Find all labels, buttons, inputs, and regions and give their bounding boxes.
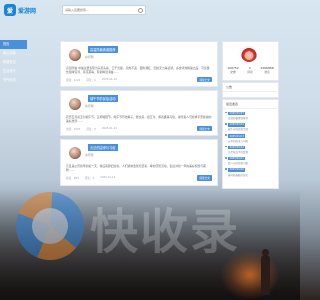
recent-date: 2025/01/15 bbox=[228, 111, 246, 116]
recent-item[interactable]: 2025/01/12 冬至吃饺子的寓意 bbox=[225, 145, 275, 154]
sidebar: 首页 美文阅读 情感日记 生活常识 节气传说 bbox=[0, 40, 27, 85]
search-box bbox=[62, 5, 146, 15]
recent-item[interactable]: 2025/01/15 高温防暑食谱推荐 bbox=[225, 111, 275, 121]
post-comments: 评论：0 bbox=[86, 127, 96, 131]
stat-views-label: 浏览 bbox=[264, 70, 270, 74]
recent-date: 2025/01/12 bbox=[228, 145, 246, 150]
read-more-button[interactable]: 阅读全文 bbox=[197, 126, 212, 132]
post-author: 命行网 bbox=[85, 55, 94, 59]
stat-views: 2266868 浏览 bbox=[259, 66, 275, 74]
sidebar-item-tips[interactable]: 生活常识 bbox=[0, 67, 27, 76]
post-date: 2025-01-14 bbox=[101, 127, 117, 131]
recent-title: 最近发表 bbox=[223, 100, 278, 109]
notice-block: 公告 bbox=[222, 82, 279, 98]
sidebar-item-reading[interactable]: 美文阅读 bbox=[0, 49, 27, 58]
recent-date: 2025/01/13 bbox=[228, 134, 246, 138]
author-avatar bbox=[69, 98, 81, 111]
recent-date: 2025/01/11 bbox=[228, 156, 246, 161]
post-views: 阅读：1121 bbox=[66, 78, 81, 82]
post-meta: 阅读：1121 评论：6 2025-01-15 阅读全文 bbox=[66, 77, 212, 83]
recent-text: 冬至吃饺子的寓意 bbox=[228, 150, 249, 154]
author-avatar bbox=[69, 147, 81, 160]
post-comments: 评论：6 bbox=[86, 78, 96, 82]
read-more-button[interactable]: 阅读全文 bbox=[197, 175, 212, 181]
recent-item[interactable]: 2025/01/11 腊八节的传统习俗 bbox=[225, 156, 275, 166]
recent-posts-block: 最近发表 2025/01/15 高温防暑食谱推荐 2025/01/14 端午节的民俗… bbox=[222, 99, 279, 189]
post-date: 2025-01-13 bbox=[100, 176, 116, 180]
post-date: 2025-01-15 bbox=[101, 78, 117, 82]
timeline-dot bbox=[225, 134, 227, 136]
read-more-button[interactable]: 阅读全文 bbox=[197, 77, 212, 83]
timeline-dot bbox=[225, 123, 227, 125]
recent-text: 腊八节的传统习俗 bbox=[228, 162, 249, 166]
post-excerpt: 元旦是公历新年的第一天，象征着辞旧迎新。人们通常会张灯结彩、举办庆祝活动，表达对… bbox=[66, 163, 206, 173]
search-input[interactable] bbox=[63, 6, 137, 14]
sidebar-item-diary[interactable]: 情感日记 bbox=[0, 58, 27, 67]
sidebar-item-home[interactable]: 首页 bbox=[0, 40, 27, 49]
post-meta: 阅读：984 评论：2 2025-01-13 阅读全文 bbox=[66, 175, 212, 181]
post-views: 阅读：1007 bbox=[66, 127, 81, 131]
recent-date: 2025/01/10 bbox=[228, 168, 246, 172]
stat-comments-label: 评论 bbox=[247, 70, 253, 74]
logo-mark: 爱 bbox=[4, 4, 16, 16]
recent-text: 端午节的民俗活动 bbox=[228, 128, 249, 132]
stat-comments: 0 评论 bbox=[242, 66, 258, 74]
recent-timeline: 2025/01/15 高温防暑食谱推荐 2025/01/14 端午节的民俗活动 20… bbox=[223, 109, 278, 181]
stat-articles: 108752 文章 bbox=[225, 66, 241, 74]
post-views: 阅读：984 bbox=[66, 176, 79, 180]
timeline-dot bbox=[225, 168, 227, 170]
site-logo[interactable]: 爱 爱游网 bbox=[4, 3, 42, 17]
recent-text: 春节贴春联的讲究 bbox=[228, 173, 249, 177]
post-comments: 评论：2 bbox=[84, 176, 95, 180]
post-card: 元旦的由来与习俗 命行网 元旦是公历新年的第一天，象征着辞旧迎新。人们通常会张灯… bbox=[60, 139, 218, 186]
notice-title: 公告 bbox=[223, 83, 278, 92]
profile-avatar[interactable] bbox=[241, 46, 257, 62]
post-excerpt: 高温防暑 中暑主要表现为头晕头痛、口干舌燥、高热不退、面色潮红、四肢无力等症状。… bbox=[66, 65, 210, 74]
watermark-text: 快收录 bbox=[90, 204, 241, 260]
post-title[interactable]: 端午节的民俗活动 bbox=[88, 95, 118, 102]
post-title[interactable]: 高温防暑食谱推荐 bbox=[88, 46, 118, 53]
recent-text: 高温防暑食谱推荐 bbox=[228, 117, 249, 121]
author-avatar bbox=[69, 49, 81, 61]
post-excerpt: 农历五月初五为端午节，又称端阳节。端午节有吃粽子、赛龙舟、挂艾草、佩香囊等习俗，… bbox=[66, 114, 212, 123]
recent-item[interactable]: 2025/01/14 端午节的民俗活动 bbox=[225, 122, 275, 132]
recent-item[interactable]: 2025/01/10 春节贴春联的讲究 bbox=[225, 167, 275, 177]
recent-date: 2025/01/14 bbox=[228, 122, 246, 127]
post-card: 高温防暑食谱推荐 命行网 高温防暑 中暑主要表现为头晕头痛、口干舌燥、高热不退、… bbox=[60, 41, 218, 88]
post-meta: 阅读：1007 评论：0 2025-01-14 阅读全文 bbox=[66, 126, 212, 132]
timeline-dot bbox=[225, 145, 227, 148]
post-author: 命行网 bbox=[85, 104, 94, 109]
profile-card: 108752 文章 0 评论 2266868 浏览 bbox=[222, 41, 279, 81]
watermark-logo bbox=[16, 192, 84, 260]
logo-text: 爱游网 bbox=[18, 7, 37, 15]
recent-item[interactable]: 2025/01/13 元旦的由来与习俗 bbox=[225, 134, 275, 143]
recent-text: 元旦的由来与习俗 bbox=[228, 139, 249, 143]
post-card: 端午节的民俗活动 命行网 农历五月初五为端午节，又称端阳节。端午节有吃粽子、赛龙… bbox=[60, 90, 218, 137]
timeline-dot bbox=[225, 156, 227, 159]
sidebar-item-festivals[interactable]: 节气传说 bbox=[0, 76, 27, 85]
post-author: 命行网 bbox=[85, 153, 94, 158]
search-icon[interactable] bbox=[137, 7, 143, 13]
timeline-dot bbox=[225, 111, 227, 114]
post-list: 高温防暑食谱推荐 命行网 高温防暑 中暑主要表现为头晕头痛、口干舌燥、高热不退、… bbox=[60, 41, 218, 189]
post-title[interactable]: 元旦的由来与习俗 bbox=[88, 144, 118, 151]
stat-articles-label: 文章 bbox=[230, 70, 236, 74]
